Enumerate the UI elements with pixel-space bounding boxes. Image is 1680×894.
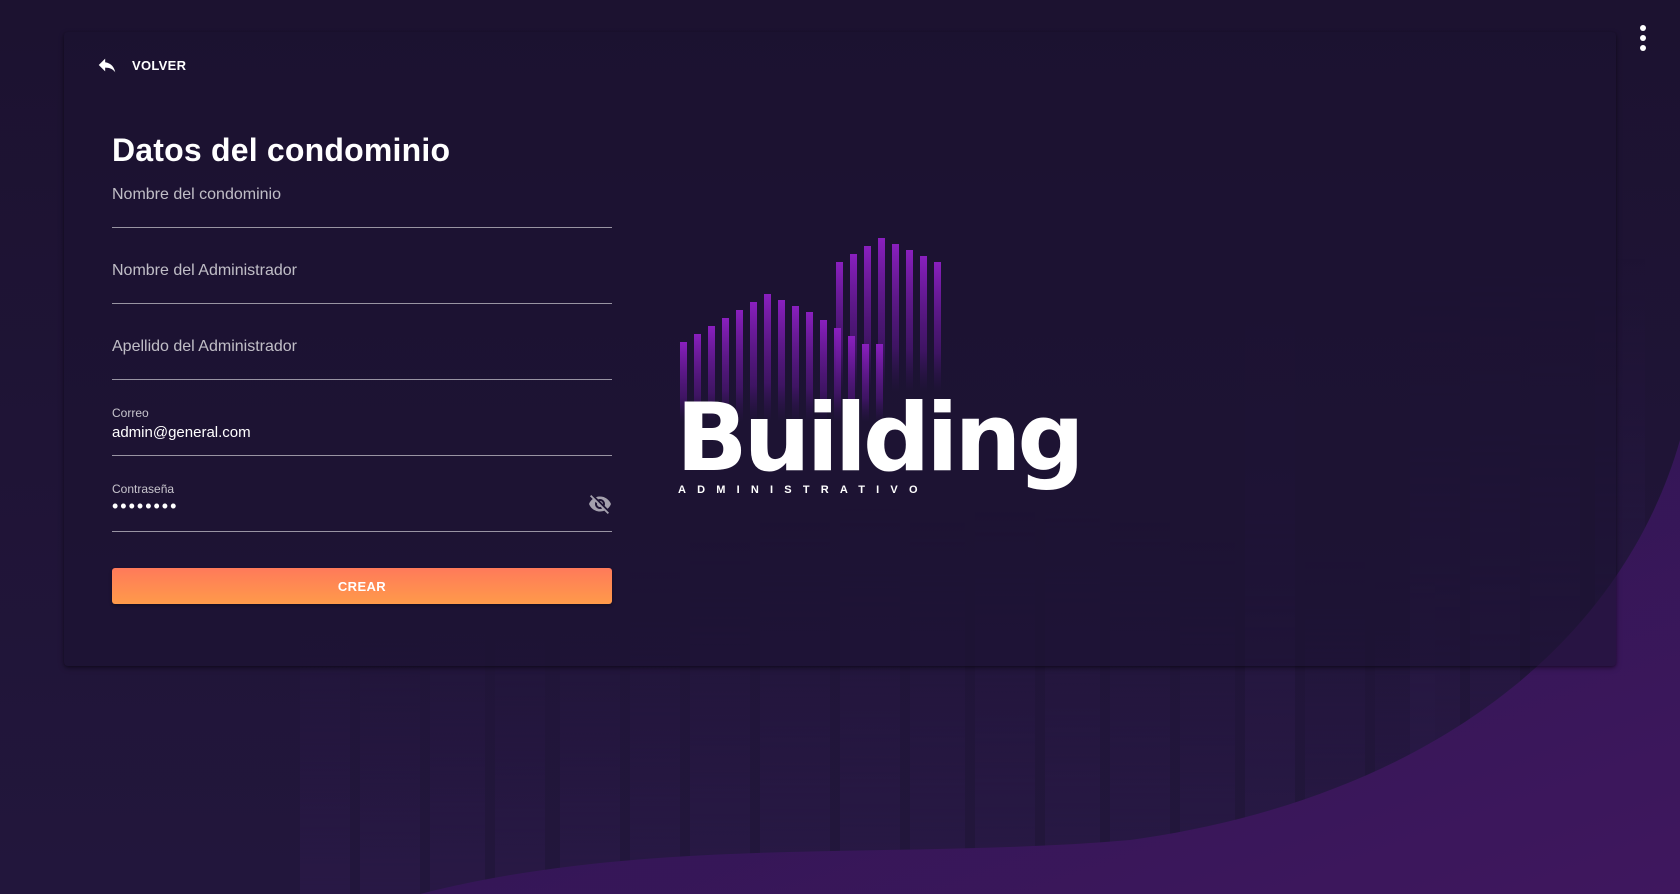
logo-subtitle: ADMINISTRATIVO — [678, 484, 929, 496]
email-label: Correo — [112, 406, 149, 420]
more-vert-icon — [1640, 25, 1646, 31]
password-label: Contraseña — [112, 482, 175, 496]
back-label: VOLVER — [132, 57, 187, 73]
admin-lastname-field[interactable]: Apellido del Administrador — [112, 324, 612, 380]
password-value[interactable]: •••••••• — [112, 496, 552, 517]
reply-icon — [98, 58, 116, 73]
condominio-name-placeholder: Nombre del condominio — [112, 186, 281, 203]
admin-firstname-field[interactable]: Nombre del Administrador — [112, 248, 612, 304]
logo-wordmark: Building — [676, 384, 1085, 493]
admin-lastname-placeholder: Apellido del Administrador — [112, 338, 297, 355]
create-button[interactable]: CREAR — [112, 568, 612, 604]
condominio-name-field[interactable]: Nombre del condominio — [112, 172, 612, 228]
page-title: Datos del condominio — [112, 132, 451, 168]
email-field[interactable]: Correo admin@general.com — [112, 400, 612, 456]
admin-firstname-placeholder: Nombre del Administrador — [112, 262, 297, 279]
back-button[interactable]: VOLVER — [96, 52, 186, 78]
visibility-off-icon[interactable] — [588, 492, 612, 516]
email-value[interactable]: admin@general.com — [112, 424, 552, 441]
password-field[interactable]: Contraseña •••••••• — [112, 476, 612, 532]
more-options-button[interactable] — [1632, 22, 1654, 54]
